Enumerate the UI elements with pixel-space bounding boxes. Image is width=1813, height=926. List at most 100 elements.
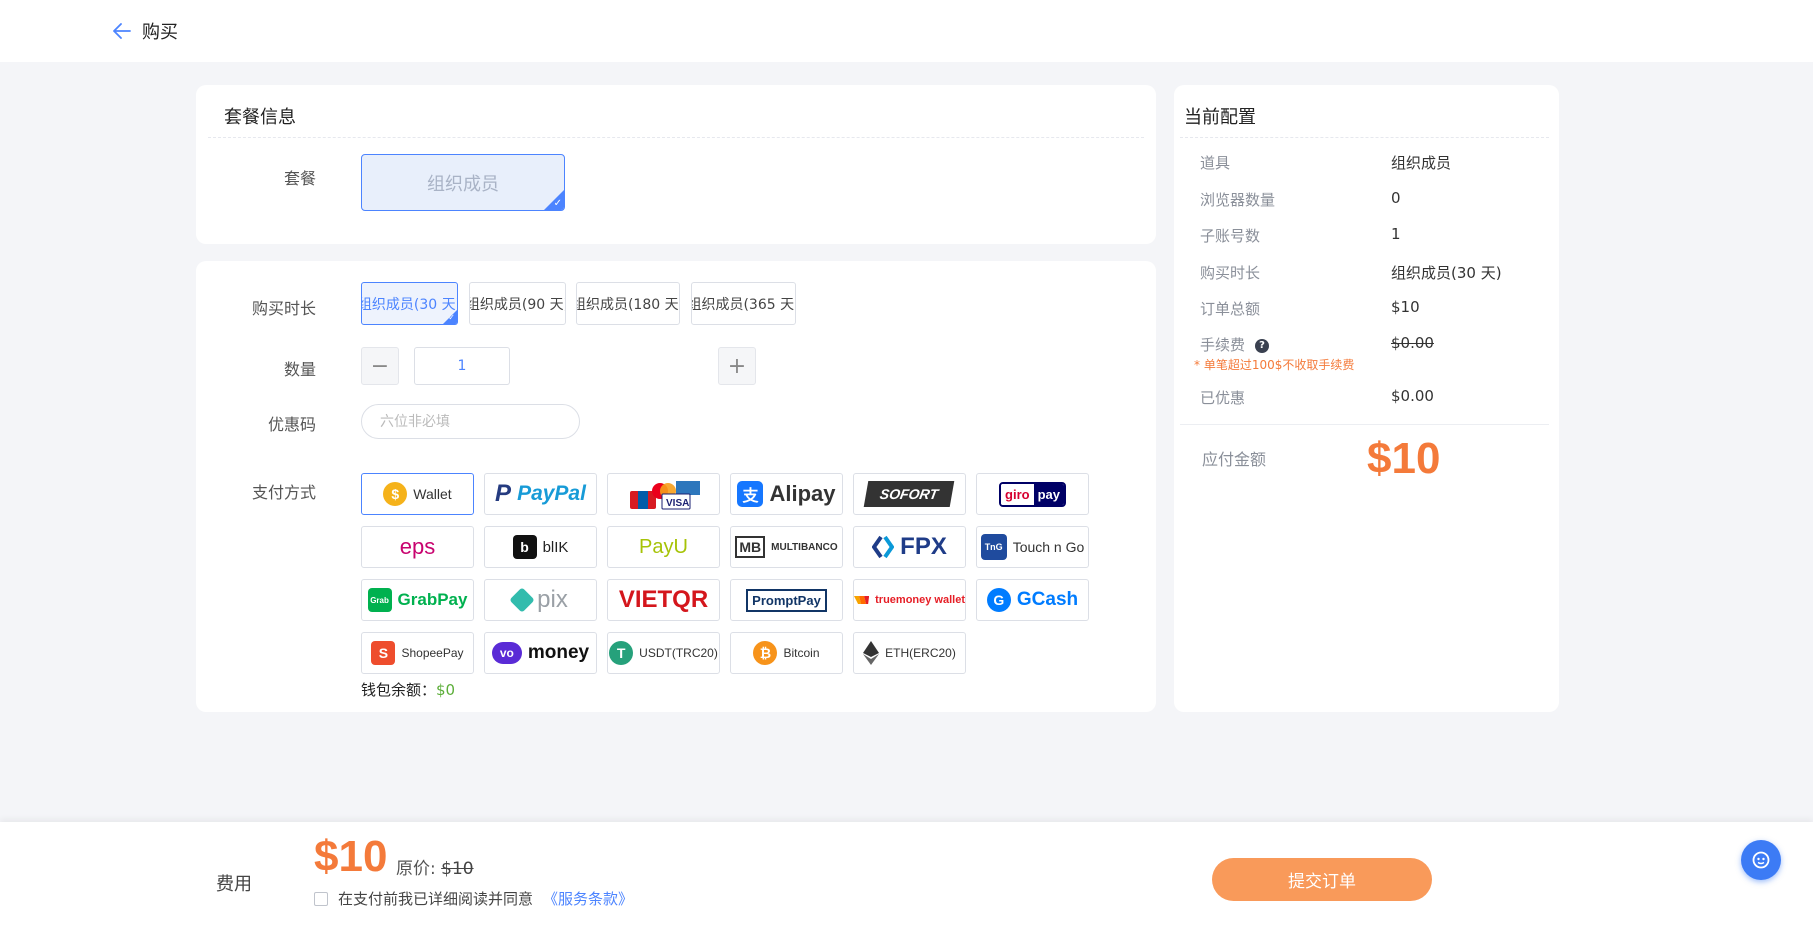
wallet-balance-label: 钱包余额： [361, 681, 437, 699]
payment-paypal[interactable]: P PayPal [484, 473, 597, 515]
payment-usdt[interactable]: T USDT(TRC20) [607, 632, 720, 674]
payment-gcash[interactable]: G GCash [976, 579, 1089, 621]
quantity-label: 数量 [283, 360, 316, 379]
quantity-increment-button[interactable]: + [718, 347, 756, 385]
payment-label: MULTIBANCO [771, 541, 838, 553]
payment-label: PayPal [517, 482, 586, 505]
duration-option-365[interactable]: 组织成员(365 天) [691, 282, 796, 325]
payment-label: money [527, 642, 590, 663]
help-icon[interactable]: ? [1255, 338, 1270, 353]
duration-option-label: 组织成员(180 天) [576, 296, 680, 313]
payment-pix[interactable]: pix [484, 579, 597, 621]
fee-note: * 单笔超过100$不收取手续费 [1194, 358, 1355, 372]
grab-icon: Grab [367, 588, 392, 612]
payment-label: blIK [542, 538, 569, 556]
arrow-left-icon [113, 23, 131, 39]
payment-giropay[interactable]: giro pay [976, 473, 1089, 515]
payment-label: Alipay [769, 481, 836, 506]
payment-cards[interactable]: VISA [607, 473, 720, 515]
alipay-icon: 支 [737, 481, 764, 507]
divider [1180, 424, 1549, 425]
coupon-input[interactable] [361, 404, 580, 439]
payment-grabpay[interactable]: Grab GrabPay [361, 579, 474, 621]
payment-vietqr[interactable]: VIETQR [607, 579, 720, 621]
paypal-logo: P [495, 480, 512, 507]
payment-payu[interactable]: PayU [607, 526, 720, 568]
plan-option[interactable]: 组织成员 ✓ [361, 154, 565, 211]
payment-label: ShopeePay [401, 646, 464, 660]
submit-order-button[interactable]: 提交订单 [1212, 858, 1432, 901]
payment-label: FPX [900, 533, 947, 560]
divider [1180, 137, 1549, 138]
terms-agreement: 在支付前我已详细阅读并同意 《服务条款》 [314, 888, 633, 909]
quantity-input[interactable] [414, 347, 510, 385]
config-value: 组织成员(30 天) [1391, 264, 1502, 282]
svg-text:VISA: VISA [666, 498, 689, 509]
agree-checkbox[interactable] [314, 891, 328, 906]
plus-icon: + [727, 353, 747, 379]
original-price-value: $10 [441, 859, 474, 879]
multibanco-icon: MB [735, 536, 766, 558]
purchase-options-card: 购买时长 组织成员(30 天) ✓ 组织成员(90 天) 组织成员(180 天)… [196, 261, 1156, 712]
payment-truemoney[interactable]: truemoney wallet [853, 579, 966, 621]
payment-label: truemoney wallet [875, 593, 965, 606]
payment-label: Wallet [413, 486, 452, 502]
config-value: $10 [1391, 298, 1420, 316]
config-label: 手续费 [1200, 336, 1246, 354]
payment-eth[interactable]: ETH(ERC20) [853, 632, 966, 674]
total-price: $10 [314, 832, 388, 881]
page-title: 购买 [142, 22, 178, 43]
duration-option-label: 组织成员(365 天) [691, 296, 796, 313]
divider [208, 137, 1144, 138]
payment-promptpay[interactable]: PromptPay [730, 579, 843, 621]
original-price: 原价: $10 [396, 854, 474, 879]
payment-alipay[interactable]: 支 Alipay [730, 473, 843, 515]
payment-shopeepay[interactable]: S ShopeePay [361, 632, 474, 674]
current-config-card: 当前配置 道具 组织成员 浏览器数量 0 子账号数 1 购买时长 组织成员(30… [1174, 85, 1559, 712]
payment-eps[interactable]: eps [361, 526, 474, 568]
payment-money[interactable]: vo money [484, 632, 597, 674]
gcash-icon: G [986, 588, 1011, 612]
payment-label: pix [537, 586, 568, 613]
quantity-decrement-button[interactable]: − [361, 347, 399, 385]
plan-info-card: 套餐信息 套餐 组织成员 ✓ [196, 85, 1156, 244]
touchngo-icon: TnG [980, 534, 1007, 560]
duration-option-90[interactable]: 组织成员(90 天) [469, 282, 566, 325]
payment-label: GCash [1016, 589, 1079, 610]
payment-blik[interactable]: b blIK [484, 526, 597, 568]
payment-label: PayU [639, 535, 688, 558]
payment-bitcoin[interactable]: ₿ Bitcoin [730, 632, 843, 674]
money-icon: vo [491, 642, 522, 664]
minus-icon: − [370, 353, 390, 379]
payable-label: 应付金额 [1202, 450, 1267, 469]
payment-fpx[interactable]: FPX [853, 526, 966, 568]
payment-sofort[interactable]: SOFORT [853, 473, 966, 515]
plan-option-label: 组织成员 [427, 173, 499, 195]
back-button[interactable]: 购买 [110, 18, 178, 44]
payment-label: VIETQR [618, 586, 709, 613]
pix-icon [509, 587, 535, 613]
payment-label: Touch n Go [1012, 539, 1085, 555]
payable-amount: $10 [1367, 434, 1441, 483]
config-value: $0.00 [1391, 334, 1434, 352]
plan-label: 套餐 [283, 169, 316, 188]
payment-label: eps [399, 534, 436, 559]
agree-text: 在支付前我已详细阅读并同意 [338, 890, 534, 908]
credit-cards-icon: VISA [629, 481, 700, 510]
fee-row: 手续费? [1200, 334, 1270, 355]
support-chat-button[interactable] [1741, 840, 1781, 880]
original-price-label: 原价: [396, 859, 436, 879]
duration-option-30[interactable]: 组织成员(30 天) ✓ [361, 282, 458, 325]
checkout-footer: 费用 $10 原价: $10 在支付前我已详细阅读并同意 《服务条款》 提交订单 [0, 822, 1813, 926]
check-icon: ✓ [448, 313, 455, 322]
bitcoin-icon: ₿ [753, 641, 778, 665]
config-label: 浏览器数量 [1200, 191, 1276, 209]
section-title: 套餐信息 [224, 107, 296, 128]
terms-link[interactable]: 《服务条款》 [543, 888, 633, 909]
duration-option-180[interactable]: 组织成员(180 天) [576, 282, 680, 325]
payment-wallet[interactable]: $ Wallet [361, 473, 474, 515]
payment-multibanco[interactable]: MB MULTIBANCO [730, 526, 843, 568]
config-value: 1 [1391, 225, 1401, 243]
payment-label: GrabPay [397, 590, 468, 609]
payment-touchngo[interactable]: TnG Touch n Go [976, 526, 1089, 568]
